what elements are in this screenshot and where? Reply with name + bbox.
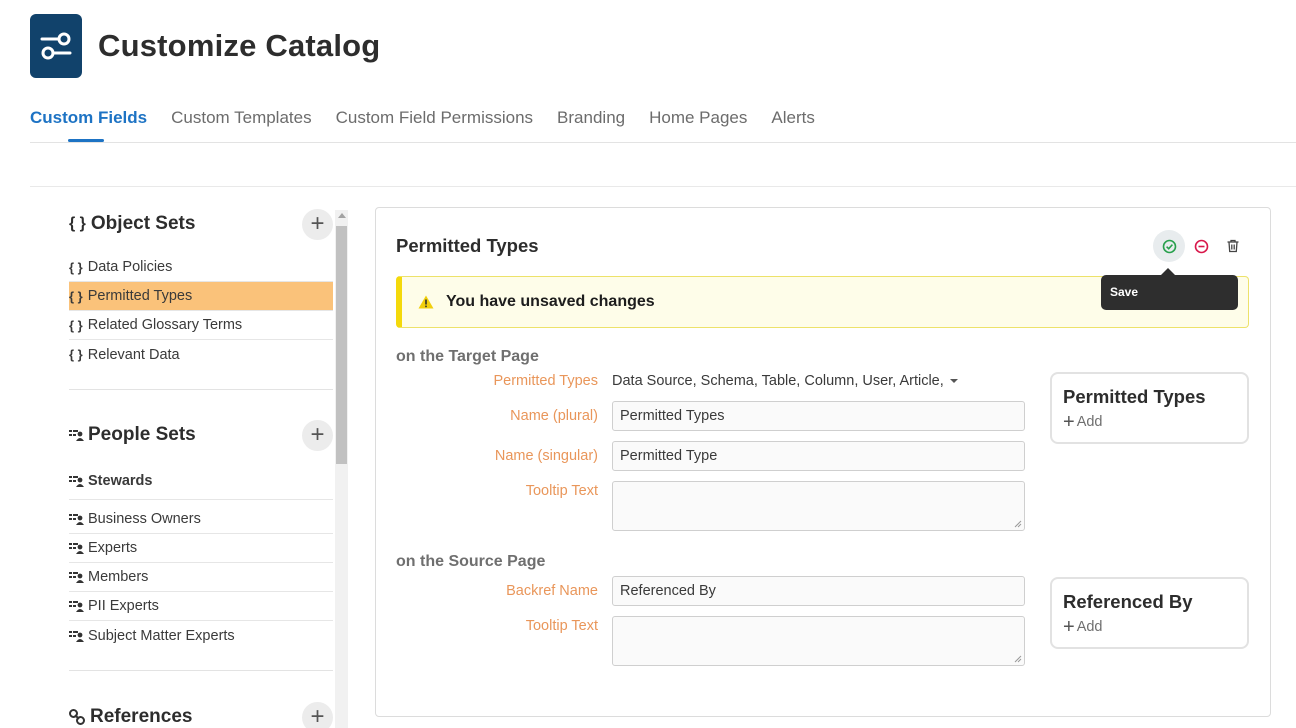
- backref-name-input[interactable]: Referenced By: [612, 576, 1025, 606]
- link-icon: [69, 708, 85, 725]
- object-sets-title: Object Sets: [90, 213, 196, 234]
- tab-bar: Custom Fields Custom Templates Custom Fi…: [30, 100, 1296, 143]
- name-plural-label: Name (plural): [510, 408, 598, 424]
- preview-add-button[interactable]: + Add: [1063, 411, 1236, 433]
- tab-custom-field-permissions[interactable]: Custom Field Permissions: [336, 100, 533, 142]
- sidebar-item-related-glossary-terms[interactable]: { } Related Glossary Terms: [69, 311, 333, 340]
- resize-grip-icon[interactable]: [1014, 520, 1022, 528]
- sidebar-item-experts[interactable]: Experts: [69, 534, 333, 563]
- delete-button[interactable]: [1217, 230, 1249, 262]
- people-icon: [69, 630, 84, 642]
- source-tooltip-text-area[interactable]: [612, 616, 1025, 666]
- backref-name-label: Backref Name: [506, 583, 598, 599]
- sidebar-item-subject-matter-experts[interactable]: Subject Matter Experts: [69, 621, 333, 650]
- tab-home-pages[interactable]: Home Pages: [649, 100, 747, 142]
- warning-text: You have unsaved changes: [446, 293, 655, 310]
- add-object-set-button[interactable]: +: [302, 208, 333, 240]
- braces-icon: { }: [69, 317, 83, 333]
- sidebar-item-relevant-data[interactable]: { } Relevant Data: [69, 340, 333, 369]
- sidebar-item-business-owners[interactable]: Business Owners: [69, 505, 333, 534]
- target-page-heading: on the Target Page: [396, 348, 539, 365]
- name-singular-label: Name (singular): [494, 448, 598, 464]
- plus-icon: +: [1063, 616, 1075, 638]
- source-page-heading: on the Source Page: [396, 553, 546, 570]
- object-sets-header: { } Object Sets +: [69, 205, 333, 243]
- sidebar-item-permitted-types[interactable]: { } Permitted Types: [69, 282, 333, 311]
- sidebar-item-stewards[interactable]: Stewards: [69, 462, 333, 500]
- permitted-types-select[interactable]: Data Source, Schema, Table, Column, User…: [612, 373, 958, 389]
- resize-grip-icon[interactable]: [1014, 655, 1022, 663]
- people-icon: [69, 572, 84, 583]
- preview-title: Permitted Types: [1063, 386, 1206, 407]
- tooltip-text-label: Tooltip Text: [525, 483, 598, 499]
- sidebar: { } Object Sets + { } Data Policies { } Pe…: [69, 205, 333, 728]
- app-header: Customize Catalog: [30, 14, 380, 78]
- name-plural-input[interactable]: Permitted Types: [612, 401, 1025, 431]
- braces-icon: { }: [69, 288, 83, 304]
- add-reference-button[interactable]: +: [302, 701, 333, 728]
- tab-custom-fields[interactable]: Custom Fields: [30, 100, 147, 142]
- people-icon: [69, 543, 84, 554]
- people-sets-title: People Sets: [88, 424, 196, 445]
- caret-down-icon: [949, 379, 958, 383]
- divider: [30, 186, 1296, 187]
- braces-icon: { }: [69, 215, 86, 232]
- braces-icon: { }: [69, 347, 83, 362]
- sidebar-item-members[interactable]: Members: [69, 563, 333, 592]
- scroll-up-icon[interactable]: [338, 213, 346, 218]
- editor-card: Permitted Types You have unsaved changes…: [375, 207, 1271, 717]
- check-circle-icon: [1162, 239, 1176, 253]
- referenced-by-preview: Referenced By + Add: [1050, 577, 1249, 649]
- tooltip-text-area[interactable]: [612, 481, 1025, 531]
- editor-title: Permitted Types: [396, 235, 539, 256]
- people-icon: [69, 430, 84, 441]
- preview-title: Referenced By: [1063, 591, 1193, 612]
- braces-icon: { }: [69, 259, 83, 275]
- sidebar-item-pii-experts[interactable]: PII Experts: [69, 592, 333, 621]
- permitted-types-label: Permitted Types: [493, 373, 598, 389]
- tab-custom-templates[interactable]: Custom Templates: [171, 100, 311, 142]
- warning-icon: [418, 295, 434, 309]
- minus-circle-icon: [1194, 239, 1208, 253]
- preview-add-button[interactable]: + Add: [1063, 616, 1236, 638]
- source-tooltip-text-label: Tooltip Text: [525, 618, 598, 634]
- sidebar-item-data-policies[interactable]: { } Data Policies: [69, 253, 333, 282]
- trash-icon: [1227, 239, 1239, 253]
- discard-button[interactable]: [1185, 230, 1217, 262]
- references-header: References +: [69, 698, 333, 728]
- scroll-thumb[interactable]: [336, 226, 347, 464]
- sliders-icon: [30, 14, 82, 78]
- save-tooltip: Save: [1101, 268, 1238, 310]
- people-icon: [69, 514, 84, 525]
- save-button[interactable]: [1153, 230, 1185, 262]
- editor-actions: [1153, 230, 1249, 262]
- name-singular-input[interactable]: Permitted Type: [612, 441, 1025, 471]
- tab-branding[interactable]: Branding: [557, 100, 625, 142]
- references-title: References: [90, 706, 193, 727]
- add-people-set-button[interactable]: +: [302, 419, 333, 451]
- page-title: Customize Catalog: [98, 28, 381, 63]
- sidebar-scrollbar[interactable]: [335, 210, 348, 728]
- plus-icon: +: [1063, 411, 1075, 433]
- people-icon: [69, 475, 84, 487]
- people-sets-header: People Sets +: [69, 416, 333, 454]
- permitted-types-preview: Permitted Types + Add: [1050, 372, 1249, 444]
- tab-alerts[interactable]: Alerts: [771, 100, 814, 142]
- people-icon: [69, 601, 84, 612]
